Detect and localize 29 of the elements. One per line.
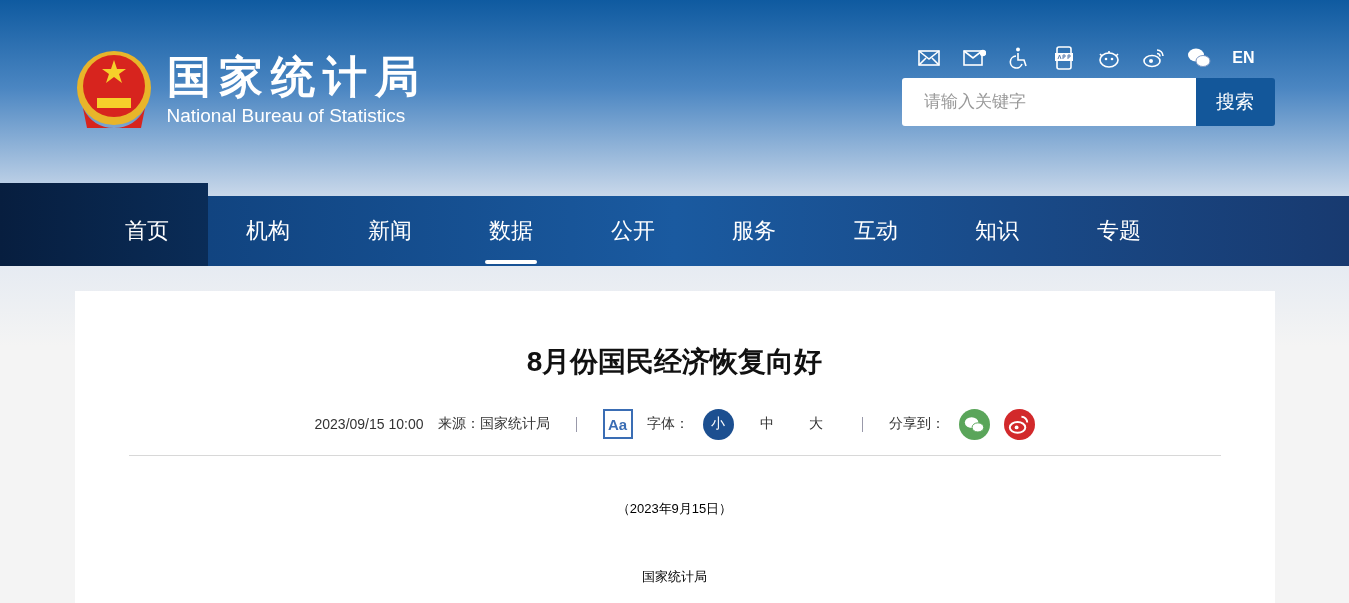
nav-tab[interactable]: 数据: [450, 196, 572, 266]
site-subtitle: National Bureau of Statistics: [166, 105, 407, 128]
publish-date: 2023/09/15 10:00: [314, 416, 424, 432]
wechat-share-icon[interactable]: [958, 408, 990, 440]
share-label: 分享到：: [888, 415, 945, 433]
font-size-button[interactable]: 大: [800, 408, 832, 440]
search-field[interactable]: 请输入关键字: [901, 78, 1196, 126]
nav-tab[interactable]: 机构: [207, 196, 329, 266]
article-paragraph: （2023年9月15日）: [615, 500, 734, 518]
nav-tab[interactable]: 新闻: [329, 196, 451, 266]
font-size-icon: Aa: [602, 409, 633, 439]
nav-tab[interactable]: 首页: [0, 183, 208, 266]
nav-tab[interactable]: 知识: [936, 196, 1058, 266]
nav-tab[interactable]: 服务: [693, 196, 815, 266]
nav-tab[interactable]: 互动: [815, 196, 937, 266]
site-title: 国家统计局: [166, 52, 427, 102]
font-size-button[interactable]: 小: [702, 408, 734, 440]
weibo-share-icon[interactable]: [1003, 408, 1035, 440]
font-size-label: 字体：: [646, 415, 689, 433]
language-link[interactable]: EN: [1232, 49, 1255, 67]
wechat-icon[interactable]: [1187, 46, 1212, 70]
nav-tab[interactable]: 专题: [1058, 196, 1180, 266]
article-source: 来源：国家统计局: [437, 415, 550, 433]
article-title: 8月份国民经济恢复向好: [525, 345, 824, 379]
search-button[interactable]: 搜索: [1195, 78, 1275, 126]
nav-tab[interactable]: 公开: [572, 196, 694, 266]
font-size-button[interactable]: 中: [751, 408, 783, 440]
weibo-icon[interactable]: [1142, 46, 1167, 70]
article-paragraph: 国家统计局: [641, 568, 708, 586]
